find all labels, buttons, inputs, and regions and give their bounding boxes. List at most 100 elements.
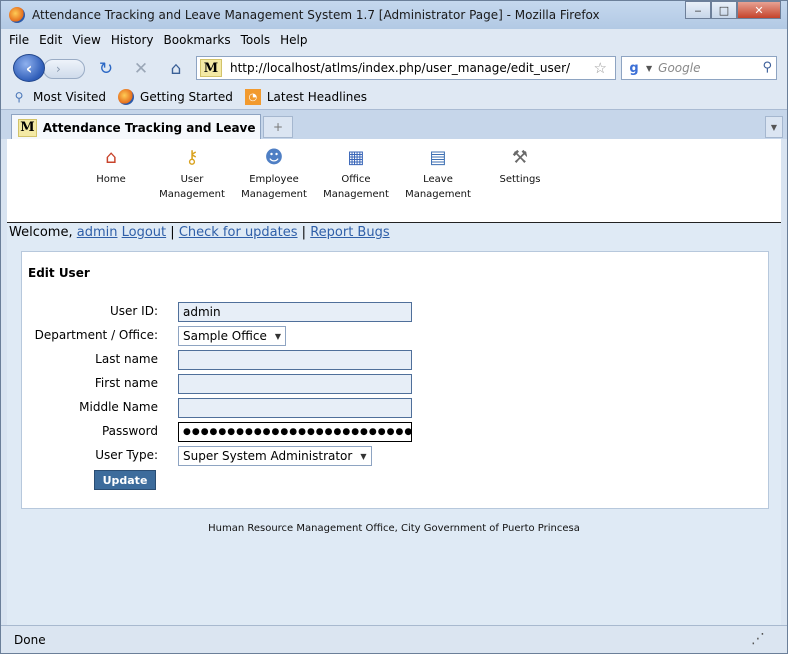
separator: | [301, 225, 307, 240]
menu-help[interactable]: Help [280, 33, 307, 47]
page-content: ⌂ Home ⚷ User Management ☻ Employee Mana… [7, 139, 781, 625]
rss-feed-icon: ◔ [244, 89, 261, 105]
people-icon: ☻ [264, 147, 284, 168]
menu-view[interactable]: View [72, 33, 100, 47]
nav-user-management[interactable]: ⚷ User Management [150, 147, 234, 202]
chevron-down-icon[interactable]: ▼ [646, 64, 652, 73]
nav-leave-management[interactable]: ▤ Leave Management [396, 147, 480, 202]
bookmark-most-visited[interactable]: ⚲ Most Visited [11, 89, 106, 105]
nav-home[interactable]: ⌂ Home [69, 147, 153, 187]
stop-icon[interactable]: ✕ [131, 59, 151, 79]
search-input[interactable]: Google [658, 61, 700, 75]
title-bar: Attendance Tracking and Leave Management… [1, 1, 787, 29]
nav-label-2: Management [241, 189, 307, 200]
user-type-select[interactable]: Super System Administrator ▼ [178, 446, 372, 466]
resize-grip-icon[interactable]: ⋰ [751, 631, 765, 647]
tab-title: Attendance Tracking and Leave Man... [42, 120, 260, 135]
bookmark-label: Most Visited [33, 90, 107, 104]
menu-tools[interactable]: Tools [241, 33, 271, 47]
reload-icon[interactable]: ↻ [96, 59, 116, 79]
menu-history[interactable]: History [111, 33, 154, 47]
logout-link[interactable]: Logout [122, 225, 167, 240]
first-name-row: First name [22, 374, 770, 396]
window-controls: ‒ □ ✕ [685, 1, 781, 19]
minimize-button[interactable]: ‒ [685, 1, 711, 19]
maximize-button[interactable]: □ [711, 1, 737, 19]
welcome-bar: Welcome, admin Logout | Check for update… [9, 225, 390, 240]
last-name-label: Last name [95, 352, 158, 366]
tab-active[interactable]: M Attendance Tracking and Leave Man... [11, 114, 261, 140]
search-box[interactable]: g ▼ Google ⚲ [621, 56, 777, 80]
user-id-label: User ID: [110, 304, 158, 318]
report-bugs-link[interactable]: Report Bugs [310, 225, 389, 240]
chevron-down-icon: ▼ [770, 122, 778, 132]
nav-employee-management[interactable]: ☻ Employee Management [232, 147, 316, 202]
username-link[interactable]: admin [77, 225, 118, 240]
app-icon-nav: ⌂ Home ⚷ User Management ☻ Employee Mana… [7, 139, 781, 223]
last-name-input[interactable] [178, 350, 412, 370]
forward-arrow-icon: › [56, 62, 61, 76]
nav-label: Employee [249, 174, 299, 185]
status-bar: Done ⋰ [1, 625, 787, 653]
welcome-text: Welcome, [9, 225, 73, 240]
close-button[interactable]: ✕ [737, 1, 781, 19]
calendar-icon: ▤ [429, 147, 447, 168]
nav-label: Settings [499, 174, 541, 185]
new-tab-button[interactable]: + [263, 116, 293, 138]
back-button[interactable]: ‹ [13, 54, 45, 82]
address-bar[interactable]: M http://localhost/atlms/index.php/user_… [196, 56, 616, 80]
menu-file[interactable]: File [9, 33, 29, 47]
password-row: Password ●●●●●●●●●●●●●●●●●●●●●●●●●●●●● [22, 422, 770, 444]
bookmarks-toolbar: ⚲ Most Visited Getting Started ◔ Latest … [1, 85, 787, 109]
nav-office-management[interactable]: ▦ Office Management [314, 147, 398, 202]
navigation-toolbar: › ‹ ↻ ✕ ⌂ M http://localhost/atlms/index… [1, 51, 787, 85]
nav-label: Office [341, 174, 371, 185]
nav-label-2: Management [159, 189, 225, 200]
user-type-value: Super System Administrator [183, 449, 353, 463]
update-button[interactable]: Update [94, 470, 156, 490]
chevron-down-icon: ▼ [274, 331, 281, 341]
page-footer: Human Resource Management Office, City G… [208, 523, 580, 534]
department-label: Department / Office: [34, 328, 158, 342]
user-keys-icon: ⚷ [185, 147, 199, 168]
home-icon[interactable]: ⌂ [166, 59, 186, 79]
office-building-icon: ▦ [347, 147, 365, 168]
url-input[interactable]: http://localhost/atlms/index.php/user_ma… [230, 61, 570, 75]
site-identity-icon[interactable]: M [200, 59, 222, 77]
forward-button[interactable]: › [43, 59, 85, 79]
first-name-input[interactable] [178, 374, 412, 394]
most-visited-icon: ⚲ [14, 90, 24, 104]
house-icon: ⌂ [105, 147, 117, 168]
firefox-icon [118, 89, 135, 105]
user-id-row: User ID: admin [22, 302, 770, 324]
middle-name-label: Middle Name [79, 400, 158, 414]
nav-settings[interactable]: ⚒ Settings [478, 147, 562, 187]
bookmark-star-icon[interactable]: ☆ [594, 59, 607, 77]
user-type-label: User Type: [95, 448, 158, 462]
menu-edit[interactable]: Edit [39, 33, 62, 47]
search-icon[interactable]: ⚲ [762, 60, 772, 75]
department-select[interactable]: Sample Office ▼ [178, 326, 286, 346]
bookmark-label: Getting Started [140, 90, 233, 104]
google-icon[interactable]: g [626, 60, 642, 76]
nav-label: Leave [423, 174, 453, 185]
nav-label-2: Management [405, 189, 471, 200]
hammer-icon: ⚒ [511, 147, 529, 168]
bookmark-getting-started[interactable]: Getting Started [118, 89, 233, 105]
nav-label-2: Management [323, 189, 389, 200]
menu-bookmarks[interactable]: Bookmarks [164, 33, 231, 47]
window-title: Attendance Tracking and Leave Management… [32, 8, 600, 22]
middle-name-input[interactable] [178, 398, 412, 418]
tab-list-button[interactable]: ▼ [765, 116, 783, 138]
password-label: Password [101, 424, 158, 438]
password-input[interactable]: ●●●●●●●●●●●●●●●●●●●●●●●●●●●●● [178, 422, 412, 442]
last-name-row: Last name [22, 350, 770, 372]
check-updates-link[interactable]: Check for updates [179, 225, 298, 240]
separator: | [170, 225, 175, 240]
bookmark-latest-headlines[interactable]: ◔ Latest Headlines [244, 89, 367, 105]
user-id-input[interactable]: admin [178, 302, 412, 322]
nav-label: Home [96, 174, 126, 185]
department-value: Sample Office [183, 329, 267, 343]
first-name-label: First name [94, 376, 158, 390]
status-text: Done [14, 632, 46, 647]
